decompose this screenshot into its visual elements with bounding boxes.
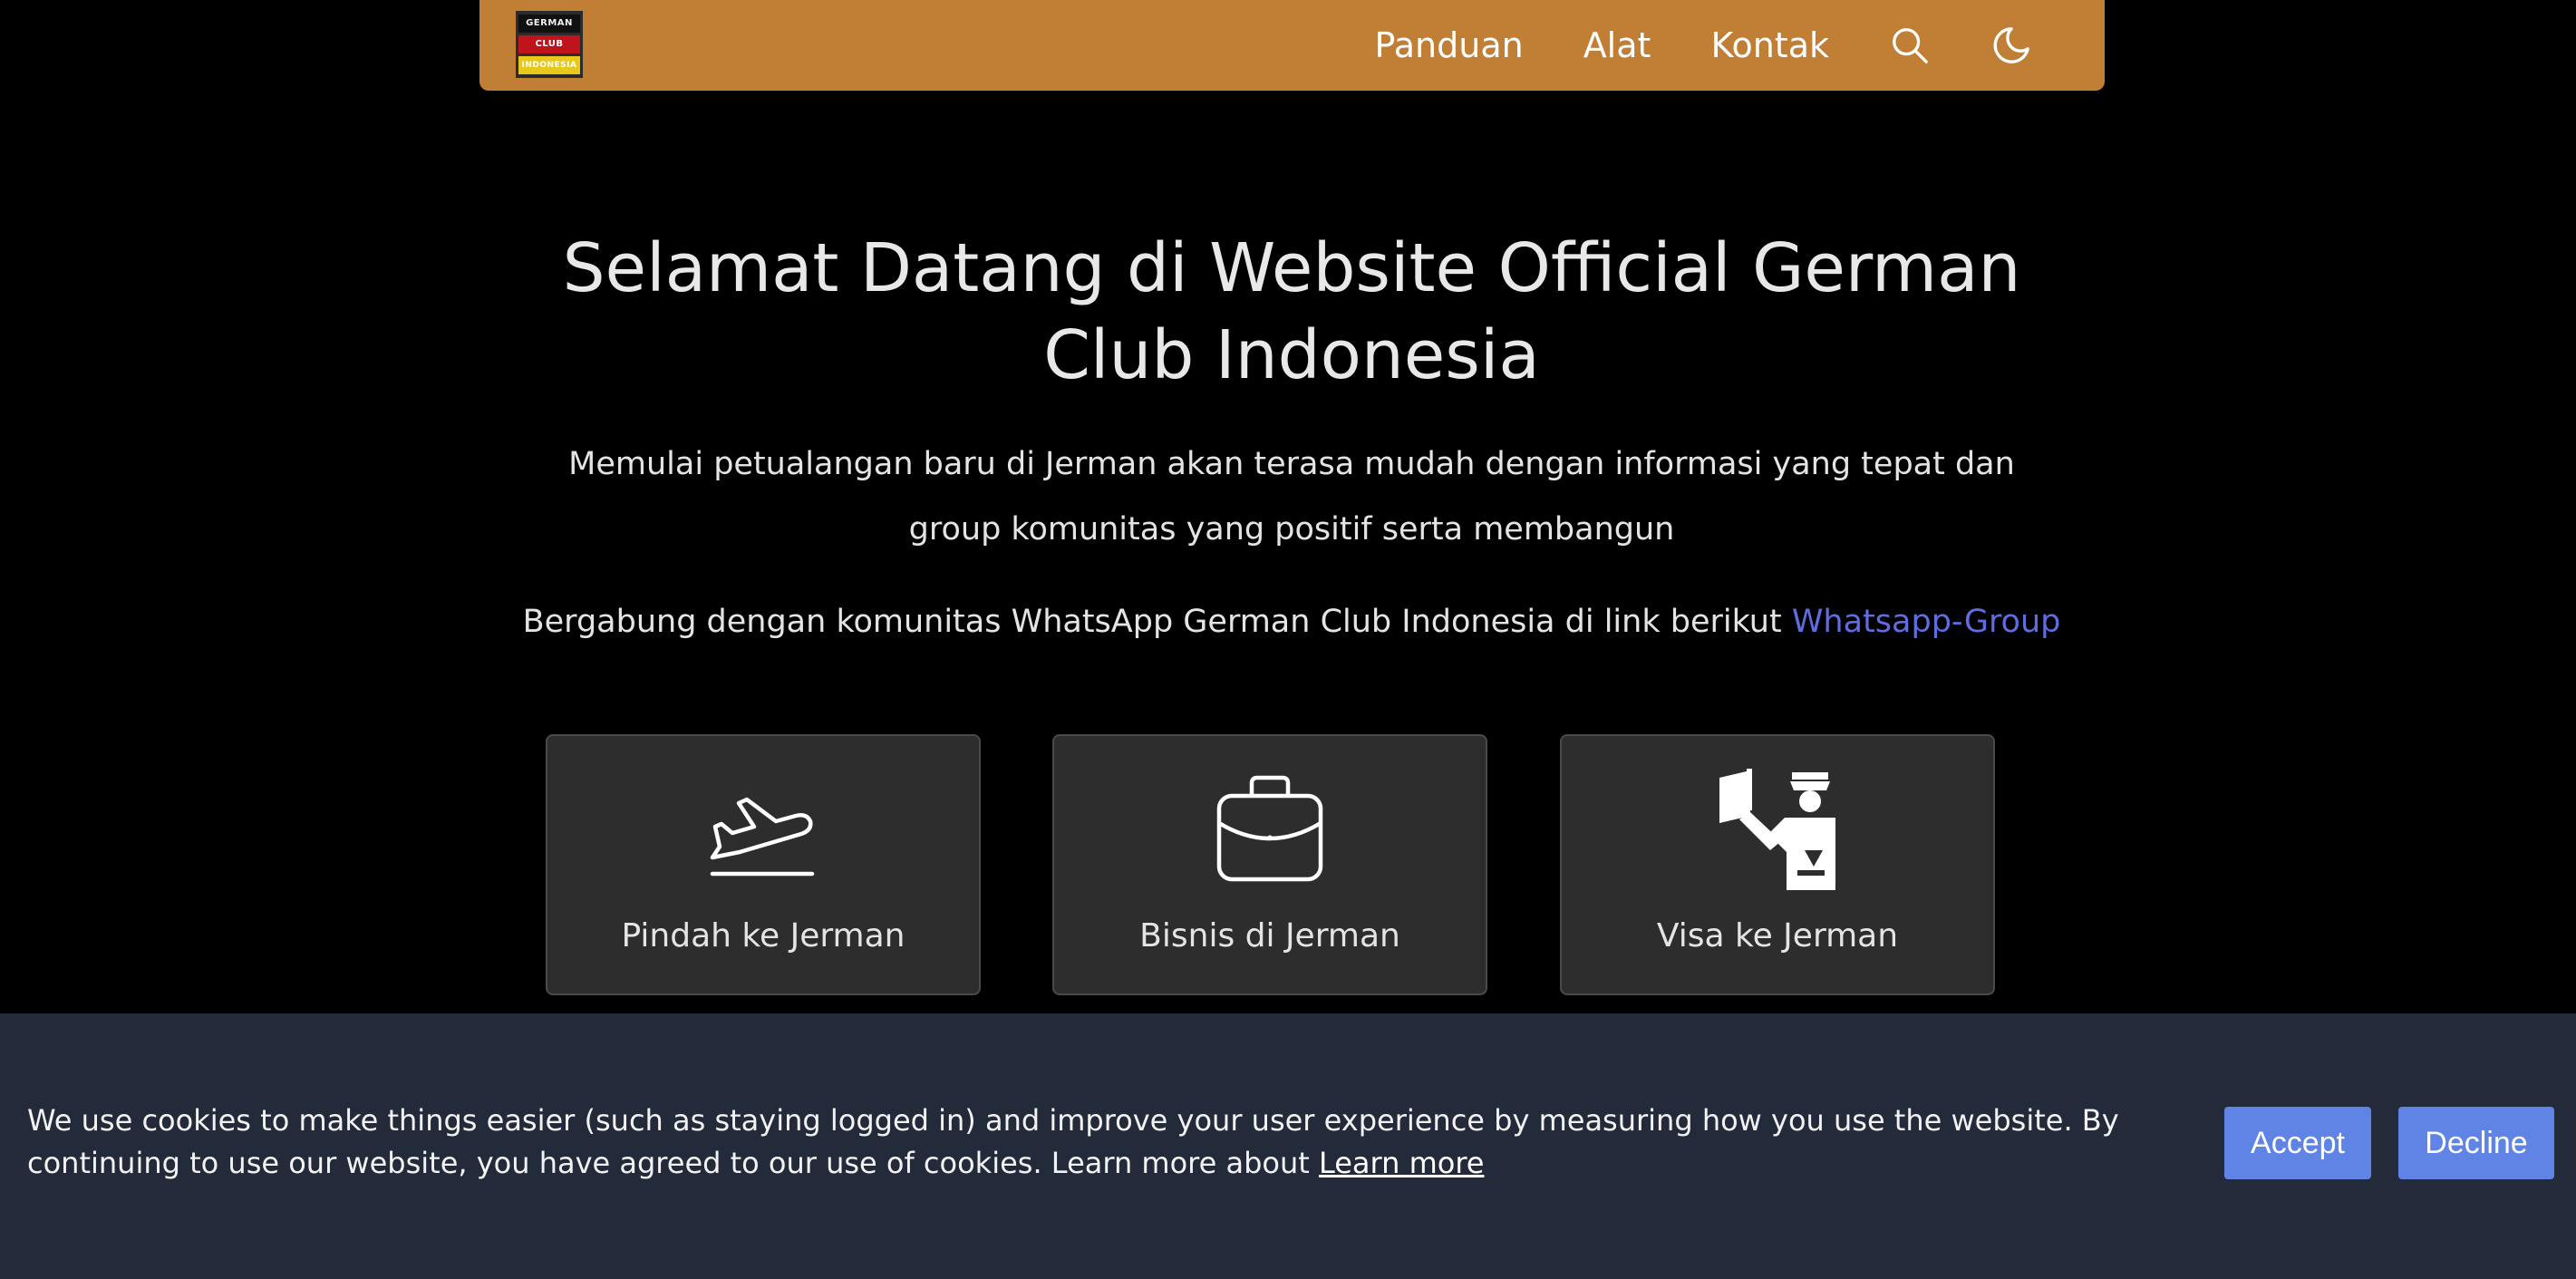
card-pindah-ke-jerman[interactable]: Pindah ke Jerman	[546, 734, 981, 995]
search-icon[interactable]	[1889, 24, 1931, 66]
join-text: Bergabung dengan komunitas WhatsApp Germ…	[522, 604, 1792, 640]
nav-link-kontak[interactable]: Kontak	[1710, 25, 1829, 65]
site-logo[interactable]: GERMAN CLUB INDONESIA	[516, 11, 583, 78]
nav-link-alat[interactable]: Alat	[1583, 25, 1651, 65]
logo-line-indonesia: INDONESIA	[518, 56, 580, 74]
nav-link-panduan[interactable]: Panduan	[1375, 25, 1524, 65]
logo-line-german: GERMAN	[518, 15, 580, 33]
dark-mode-moon-icon[interactable]	[1990, 24, 2032, 66]
learn-more-link[interactable]: Learn more	[1319, 1146, 1485, 1180]
cookie-consent-bar: We use cookies to make things easier (su…	[0, 1013, 2576, 1279]
card-label: Pindah ke Jerman	[621, 917, 905, 954]
card-visa-ke-jerman[interactable]: Visa ke Jerman	[1560, 734, 1995, 995]
whatsapp-join-text: Bergabung dengan komunitas WhatsApp Germ…	[508, 598, 2076, 645]
page-title: Selamat Datang di Website Official Germa…	[562, 229, 2021, 394]
briefcase-icon	[1216, 775, 1323, 882]
card-label: Visa ke Jerman	[1656, 917, 1899, 954]
cookie-text: We use cookies to make things easier (su…	[27, 1103, 2119, 1180]
main-nav: Panduan Alat Kontak	[1375, 0, 2032, 91]
whatsapp-group-link[interactable]: Whatsapp-Group	[1792, 604, 2061, 640]
decline-cookies-button[interactable]: Decline	[2398, 1107, 2554, 1179]
card-bisnis-di-jerman[interactable]: Bisnis di Jerman	[1052, 734, 1487, 995]
hero-subtitle: Memulai petualangan baru di Jerman akan …	[568, 446, 2015, 547]
immigration-officer-icon	[1719, 769, 1835, 890]
header-navbar: GERMAN CLUB INDONESIA Panduan Alat Konta…	[479, 0, 2105, 91]
cookie-message: We use cookies to make things easier (su…	[27, 1100, 2193, 1185]
airplane-takeoff-icon	[710, 797, 815, 877]
card-label: Bisnis di Jerman	[1139, 917, 1400, 954]
accept-cookies-button[interactable]: Accept	[2224, 1107, 2371, 1179]
page: GERMAN CLUB INDONESIA Panduan Alat Konta…	[0, 0, 2576, 1279]
logo-line-club: CLUB	[518, 35, 580, 53]
